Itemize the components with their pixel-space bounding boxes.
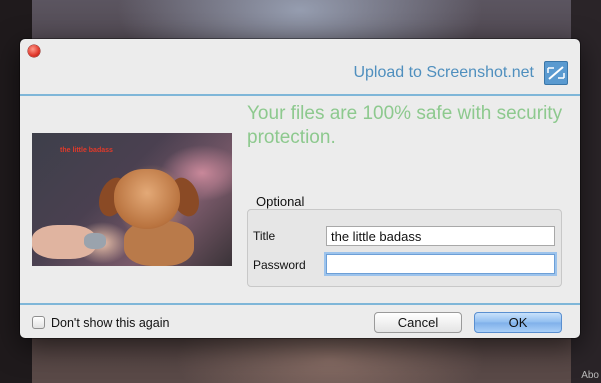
thumbnail-caption: the little badass xyxy=(60,147,113,154)
header-divider xyxy=(20,94,580,96)
security-headline: Your files are 100% safe with security p… xyxy=(247,103,563,148)
thumbnail-puppy-body xyxy=(124,221,194,266)
optional-group-box: Title Password xyxy=(247,209,562,287)
ok-button[interactable]: OK xyxy=(474,312,562,333)
screenshot-net-logo-icon xyxy=(544,61,568,85)
footer-divider xyxy=(20,303,580,305)
dont-show-checkbox[interactable] xyxy=(32,316,45,329)
password-label: Password xyxy=(253,258,306,272)
background-about-text: Abo xyxy=(581,370,599,381)
password-input[interactable] xyxy=(326,254,555,274)
title-label: Title xyxy=(253,229,276,243)
close-button[interactable] xyxy=(28,45,40,57)
thumbnail-puppy-head xyxy=(114,169,180,229)
dont-show-label[interactable]: Don't show this again xyxy=(51,316,169,330)
thumbnail-dog-tag xyxy=(84,233,106,249)
brand-title: Upload to Screenshot.net xyxy=(353,64,534,81)
upload-dialog: Upload to Screenshot.net Your files are … xyxy=(20,39,580,338)
optional-group-label: Optional xyxy=(256,194,305,209)
image-thumbnail: the little badass xyxy=(32,133,232,266)
title-input[interactable] xyxy=(326,226,555,246)
cancel-button[interactable]: Cancel xyxy=(374,312,462,333)
